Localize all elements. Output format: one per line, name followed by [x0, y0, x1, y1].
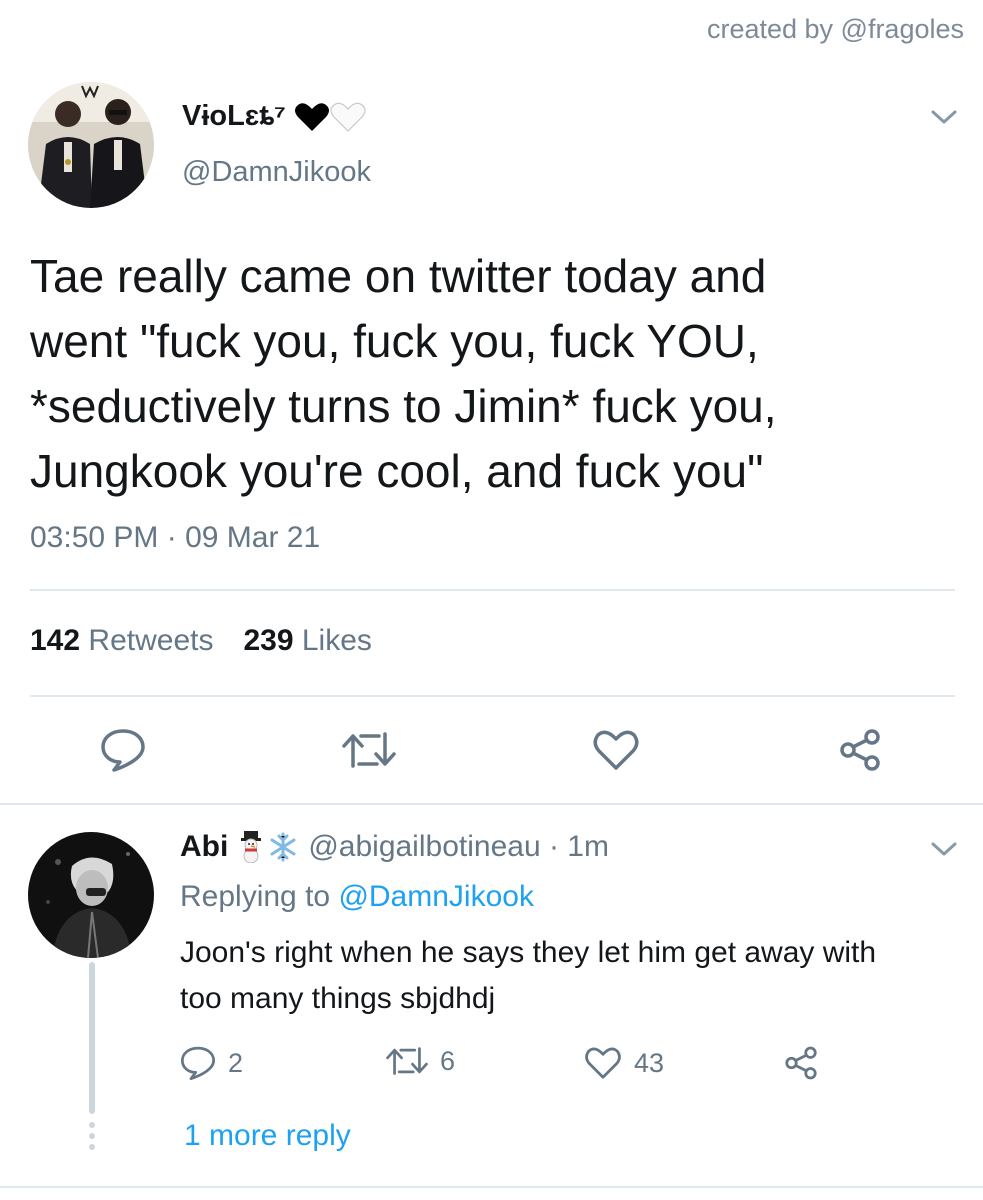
section-divider: [0, 803, 983, 805]
reply-reply-count: 2: [228, 1047, 244, 1078]
reply-button[interactable]: [100, 728, 146, 772]
heart-icon: [585, 1047, 621, 1079]
like-button[interactable]: [592, 728, 640, 772]
author-display-name[interactable]: VɨoLɛȶ⁷: [182, 100, 366, 133]
retweets-stat[interactable]: 142 Retweets: [30, 624, 213, 658]
divider: [30, 589, 955, 591]
tweet-stats: 142 Retweets 239 Likes: [30, 624, 372, 658]
author-avatar-image: [28, 82, 154, 208]
likes-stat[interactable]: 239 Likes: [243, 624, 371, 658]
reply-header: Abi @abigailbotineau · 1m: [180, 830, 609, 864]
share-icon: [840, 729, 880, 771]
reply-retweet-count: 6: [440, 1045, 456, 1076]
retweets-label: Retweets: [88, 624, 214, 657]
snowman-icon: [241, 831, 262, 863]
replying-to-mention[interactable]: @DamnJikook: [338, 880, 534, 913]
divider: [30, 695, 955, 697]
author-handle[interactable]: @DamnJikook: [182, 156, 371, 189]
retweet-icon: [342, 732, 396, 768]
reply-avatar-image: [28, 832, 154, 958]
snowflake-icon: [270, 832, 296, 862]
reply-like-button[interactable]: 43: [584, 1045, 664, 1081]
tweet-timestamp: 03:50 PM · 09 Mar 21: [30, 521, 321, 554]
likes-count: 239: [243, 624, 294, 657]
chevron-down-icon[interactable]: [930, 840, 958, 858]
retweet-button[interactable]: [342, 730, 396, 770]
thread-line: [89, 962, 95, 1114]
section-divider: [0, 1186, 983, 1188]
reply-text: Joon's right when he says they let him g…: [180, 936, 877, 1015]
share-button[interactable]: [836, 728, 884, 772]
credit-watermark: created by @fragoles: [706, 14, 964, 44]
reply-icon: [180, 1046, 216, 1081]
likes-label: Likes: [301, 624, 372, 657]
replying-prefix: Replying to: [180, 880, 331, 913]
tweet-text: Tae really came on twitter today and wen…: [30, 250, 777, 497]
reply-reply-button[interactable]: 2: [180, 1045, 243, 1081]
retweets-count: 142: [30, 624, 81, 657]
reply-share-button[interactable]: [782, 1045, 820, 1081]
reply-retweet-button[interactable]: 6: [386, 1045, 455, 1077]
author-name-text: VɨoLɛȶ⁷: [182, 100, 286, 132]
author-avatar[interactable]: [28, 82, 154, 208]
more-replies-link[interactable]: 1 more reply: [184, 1119, 351, 1153]
reply-icon: [101, 729, 145, 772]
replying-to: Replying to @DamnJikook: [180, 880, 534, 914]
reply-like-count: 43: [634, 1047, 665, 1078]
chevron-down-icon[interactable]: [930, 108, 958, 126]
white-heart-icon: [330, 102, 366, 132]
retweet-icon: [386, 1047, 428, 1075]
thread-dots: [89, 1122, 95, 1155]
reply-author-avatar[interactable]: [28, 832, 154, 958]
reply-handle-time[interactable]: @abigailbotineau · 1m: [308, 830, 609, 864]
black-heart-icon: [294, 102, 329, 131]
reply-author-name[interactable]: Abi: [180, 830, 228, 864]
heart-icon: [593, 730, 639, 770]
share-icon: [785, 1046, 817, 1080]
